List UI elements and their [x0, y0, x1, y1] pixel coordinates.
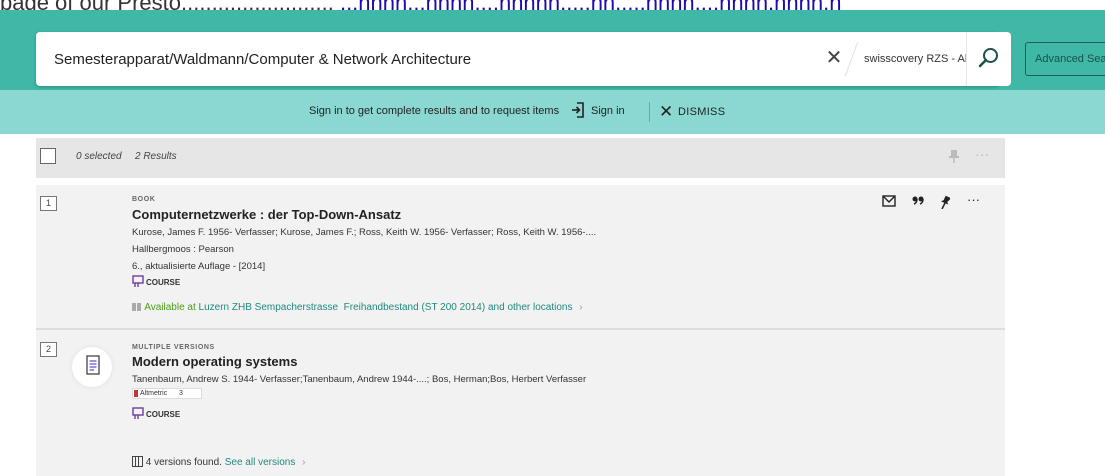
altmetric-badge[interactable]: Altmetric 3: [132, 388, 202, 399]
citation-icon[interactable]: [912, 195, 924, 205]
signin-label: Sign in: [591, 105, 625, 117]
chevron-right-icon: ›: [302, 457, 306, 468]
dismiss-label: DISMISS: [678, 106, 726, 118]
pin-icon[interactable]: [948, 149, 960, 163]
result-authors: Kurose, James F. 1956- Verfasser; Kurose…: [132, 227, 597, 238]
search-button[interactable]: [966, 32, 1011, 86]
availability-status: Available at: [144, 302, 196, 313]
result-item[interactable]: 1 BOOK Computernetzwerke : der Top-Down-…: [36, 185, 1005, 330]
versions-icon: [132, 456, 143, 467]
clear-search-icon[interactable]: ✕: [822, 46, 846, 70]
course-label: COURSE: [146, 278, 181, 287]
selected-count: 0 selected: [76, 151, 122, 162]
signin-button[interactable]: Sign in: [571, 101, 647, 123]
results-count: 2 Results: [135, 151, 177, 162]
signin-icon: [572, 102, 584, 118]
book-icon: [132, 303, 141, 311]
result-title[interactable]: Modern operating systems: [132, 354, 297, 369]
result-publisher: Hallbergmoos : Pearson: [132, 244, 234, 255]
availability-suffix: and other locations: [487, 302, 573, 313]
pin-icon[interactable]: [940, 195, 950, 209]
search-divider: [844, 42, 859, 76]
result-number: 1: [40, 196, 57, 211]
dismiss-button[interactable]: ✕ DISMISS: [659, 101, 729, 123]
availability-location: Luzern ZHB Sempacherstrasse: [198, 302, 339, 313]
close-icon: ✕: [659, 102, 674, 121]
document-thumbnail[interactable]: [72, 347, 112, 387]
results-toolbar: 0 selected 2 Results ···: [36, 138, 1005, 178]
search-icon: [978, 48, 998, 68]
banner-divider: [649, 102, 650, 122]
top-partial-text: page of our Presto......................…: [0, 0, 841, 15]
versions-count: 4 versions found.: [145, 457, 222, 468]
scope-label: swisscovery RZS - Alles: [864, 53, 982, 65]
search-box: ✕ swisscovery RZS - Alles ▼: [36, 32, 999, 86]
course-label: COURSE: [146, 410, 181, 419]
availability-shelf: Freihandbestand (ST 200 2014): [343, 302, 486, 313]
email-icon[interactable]: [882, 195, 896, 207]
altmetric-icon: [134, 390, 138, 397]
signin-banner: Sign in to get complete results and to r…: [0, 90, 1105, 134]
result-item[interactable]: 2 MULTIPLE VERSIONS Modern operating sys…: [36, 330, 1005, 476]
course-icon: [132, 407, 144, 419]
document-icon: [86, 355, 100, 375]
search-input[interactable]: [36, 32, 816, 86]
resource-type: BOOK: [132, 196, 156, 203]
altmetric-score: 3: [179, 390, 183, 397]
result-number: 2: [40, 342, 57, 357]
versions-info: 4 versions found. See all versions ›: [132, 456, 305, 468]
chevron-right-icon: ›: [579, 302, 583, 313]
result-authors: Tanenbaum, Andrew S. 1944- Verfasser;Tan…: [132, 374, 587, 385]
signin-message: Sign in to get complete results and to r…: [309, 105, 560, 117]
advanced-search-button[interactable]: Advanced Search: [1025, 42, 1105, 76]
see-all-versions-link[interactable]: See all versions: [225, 457, 296, 468]
more-options-icon[interactable]: ···: [975, 146, 989, 162]
search-header: ✕ swisscovery RZS - Alles ▼ Advanced Sea…: [0, 10, 1105, 90]
resource-type: MULTIPLE VERSIONS: [132, 344, 215, 351]
result-edition: 6., aktualisierte Auflage - [2014]: [132, 261, 266, 272]
course-icon: [132, 275, 144, 287]
result-title[interactable]: Computernetzwerke : der Top-Down-Ansatz: [132, 207, 401, 222]
altmetric-label: Altmetric: [140, 390, 168, 397]
select-all-checkbox[interactable]: [40, 148, 56, 164]
more-options-icon[interactable]: ···: [967, 192, 980, 207]
availability-link[interactable]: Available at Luzern ZHB Sempacherstrasse…: [132, 302, 583, 313]
